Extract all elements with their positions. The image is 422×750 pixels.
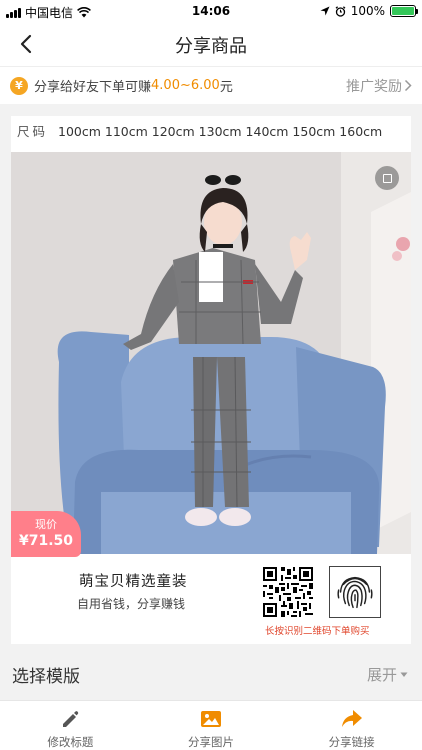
share-image-button[interactable]: 分享图片 <box>141 701 282 750</box>
size-list: 尺码 100cm 110cm 120cm 130cm 140cm 150cm 16… <box>17 121 382 140</box>
share-poster-card: 尺码 100cm 110cm 120cm 130cm 140cm 150cm 16… <box>11 116 411 644</box>
promo-banner: ¥ 分享给好友下单可赚 4.00~6.00 元 推广奖励 <box>0 66 422 104</box>
navigation-bar: 分享商品 <box>0 22 422 66</box>
template-title: 选择模版 <box>12 667 80 687</box>
edit-title-label: 修改标题 <box>47 735 94 749</box>
qr-hint: 长按识别二维码下单购买 <box>265 626 370 637</box>
battery-icon <box>390 5 418 17</box>
promotion-reward-label: 推广奖励 <box>346 78 402 95</box>
commission-range: 4.00~6.00 <box>151 78 220 93</box>
select-photo-toggle[interactable] <box>375 166 399 190</box>
expand-label: 展开 <box>366 666 397 684</box>
size-values: 100cm 110cm 120cm 130cm 140cm 150cm 160c… <box>58 124 383 139</box>
product-image <box>11 152 411 554</box>
share-image-label: 分享图片 <box>188 735 234 749</box>
image-icon <box>201 711 221 727</box>
commission-unit: 元 <box>219 80 233 95</box>
share-link-label: 分享链接 <box>328 735 375 749</box>
fingerprint-icon[interactable] <box>329 566 381 618</box>
page-title: 分享商品 <box>175 36 247 57</box>
price-label: 现价 <box>35 518 57 531</box>
price-badge: 现价 ¥71.50 <box>11 511 81 557</box>
shop-name: 萌宝贝精选童装 <box>79 574 188 590</box>
back-button[interactable] <box>10 28 42 60</box>
edit-icon <box>63 711 79 727</box>
qr-code-icon <box>263 567 313 617</box>
alarm-icon <box>335 5 346 17</box>
battery-percent: 100% <box>350 4 385 18</box>
shop-slogan: 自用省钱，分享赚钱 <box>77 597 186 611</box>
promotion-reward-link[interactable]: 推广奖励 <box>346 76 412 96</box>
size-label: 尺码 <box>17 124 49 139</box>
caret-down-icon <box>400 672 408 677</box>
promo-text: 分享给好友下单可赚 <box>34 80 152 95</box>
poster-footer: 萌宝贝精选童装 自用省钱，分享赚钱 长按识别二维码下单购买 <box>11 554 411 644</box>
share-link-button[interactable]: 分享链接 <box>281 701 422 750</box>
price-value: ¥71.50 <box>18 533 74 549</box>
edit-title-button[interactable]: 修改标题 <box>0 701 141 750</box>
product-photo[interactable] <box>11 152 411 554</box>
share-arrow-icon <box>341 710 362 727</box>
checkbox-icon <box>382 173 392 183</box>
template-section: 选择模版 展开 <box>0 656 422 696</box>
status-bar: 中国电信 14:06 100% <box>0 0 422 22</box>
bottom-action-bar: 修改标题 分享图片 分享链接 <box>0 700 422 750</box>
coin-icon: ¥ <box>10 76 28 95</box>
location-icon <box>320 6 330 16</box>
chevron-left-icon <box>20 34 32 54</box>
chevron-right-icon <box>404 79 412 92</box>
expand-templates-button[interactable]: 展开 <box>367 664 408 685</box>
